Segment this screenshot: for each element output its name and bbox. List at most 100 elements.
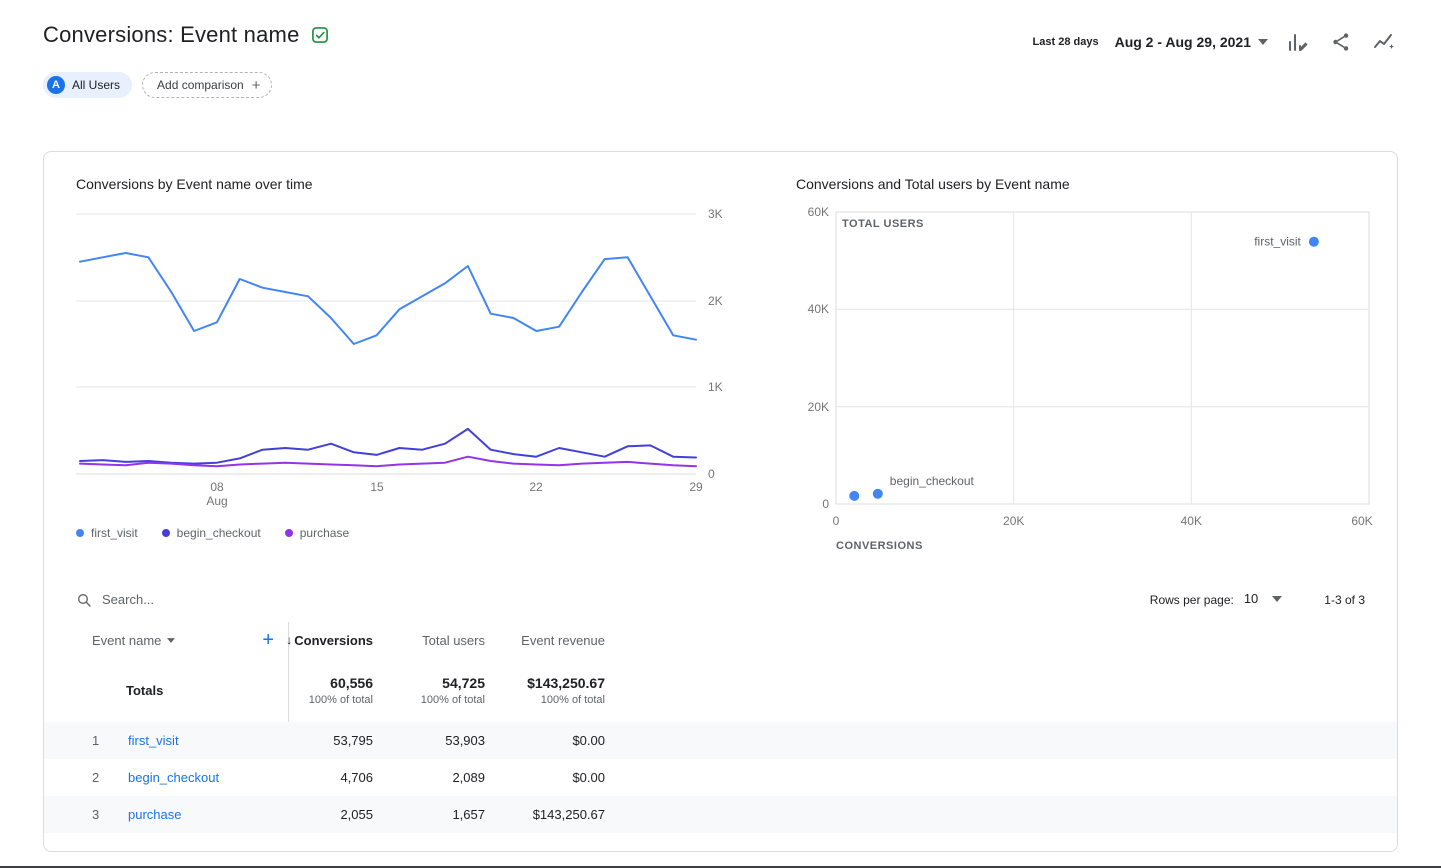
comparison-chips-row: A All Users Add comparison + bbox=[0, 56, 1441, 98]
legend-label: purchase bbox=[300, 526, 349, 540]
cell-event-revenue: $0.00 bbox=[485, 759, 605, 796]
cell-conversions: 2,055 bbox=[288, 796, 373, 833]
cell-total-users: 1,657 bbox=[373, 796, 485, 833]
x-tick: 60K bbox=[1351, 514, 1372, 528]
scatter-chart: 60K 40K 20K 0 0 20K 40K 60K TOTAL USERS … bbox=[796, 204, 1388, 556]
plot-border bbox=[836, 212, 1369, 504]
report-header: Conversions: Event name Last 28 days Aug… bbox=[0, 0, 1441, 56]
totals-total-users: 54,725 100% of total bbox=[373, 658, 485, 722]
scatter-point-begin_checkout bbox=[873, 489, 883, 499]
totals-conversions: 60,556 100% of total bbox=[288, 658, 373, 722]
column-header-conversions[interactable]: ↓ Conversions bbox=[288, 622, 373, 658]
dimension-selector[interactable]: Event name bbox=[92, 633, 175, 648]
scatter-chart-block: Conversions and Total users by Event nam… bbox=[796, 176, 1388, 561]
line-series-purchase bbox=[80, 457, 696, 467]
legend-dot-icon bbox=[76, 529, 84, 537]
insights-icon bbox=[1372, 30, 1396, 54]
add-column-button[interactable]: + bbox=[262, 630, 288, 650]
scatter-chart-title: Conversions and Total users by Event nam… bbox=[796, 176, 1388, 192]
conversion-check-badge-icon bbox=[310, 25, 330, 45]
comparison-label: All Users bbox=[72, 78, 120, 92]
table-row: 1 first_visit 53,795 53,903 $0.00 bbox=[44, 722, 1397, 759]
row-index: 1 bbox=[92, 733, 128, 748]
table-row: 2 begin_checkout 4,706 2,089 $0.00 bbox=[44, 759, 1397, 796]
comparison-badge: A bbox=[47, 76, 65, 94]
y-tick: 3K bbox=[708, 207, 723, 221]
rows-per-page-label: Rows per page: bbox=[1150, 593, 1234, 607]
comparison-chip-all-users[interactable]: A All Users bbox=[43, 72, 132, 98]
line-chart: 3K 2K 1K 0 08 Aug 15 22 29 bbox=[76, 204, 736, 509]
legend-label: first_visit bbox=[91, 526, 138, 540]
chevron-down-icon bbox=[1272, 596, 1282, 602]
share-icon-button[interactable] bbox=[1328, 29, 1354, 55]
cell-conversions: 53,795 bbox=[288, 722, 373, 759]
dimension-header-cell: Event name + bbox=[92, 622, 288, 658]
x-tick: 20K bbox=[1003, 514, 1024, 528]
x-tick: 08 bbox=[210, 480, 224, 494]
column-header-total-users[interactable]: Total users bbox=[373, 622, 485, 658]
rows-per-page: Rows per page: 10 bbox=[1150, 591, 1283, 608]
row-index: 3 bbox=[92, 807, 128, 822]
date-range-text: Aug 2 - Aug 29, 2021 bbox=[1115, 34, 1251, 50]
rows-per-page-value: 10 bbox=[1244, 591, 1258, 606]
cell-total-users: 2,089 bbox=[373, 759, 485, 796]
legend-item-first-visit[interactable]: first_visit bbox=[76, 526, 138, 540]
line-series-first_visit bbox=[80, 253, 696, 344]
x-tick: 0 bbox=[833, 514, 840, 528]
column-header-event-revenue[interactable]: Event revenue bbox=[485, 622, 605, 658]
x-tick-month: Aug bbox=[206, 494, 227, 508]
dimension-header-label: Event name bbox=[92, 633, 161, 648]
legend-item-begin-checkout[interactable]: begin_checkout bbox=[162, 526, 261, 540]
table-totals-row: Totals 60,556 100% of total 54,725 100% … bbox=[44, 658, 1397, 722]
sort-desc-icon: ↓ bbox=[286, 633, 292, 647]
insights-icon-button[interactable] bbox=[1370, 28, 1398, 56]
table-row: 3 purchase 2,055 1,657 $143,250.67 bbox=[44, 796, 1397, 833]
scatter-point-label: first_visit bbox=[1254, 235, 1301, 249]
add-comparison-button[interactable]: Add comparison + bbox=[142, 72, 271, 98]
y-tick: 40K bbox=[808, 302, 829, 316]
cell-event-revenue: $143,250.67 bbox=[485, 796, 605, 833]
title-wrap: Conversions: Event name bbox=[43, 22, 330, 48]
legend-dot-icon bbox=[285, 529, 293, 537]
scatter-point-purchase bbox=[849, 491, 859, 501]
search-input[interactable] bbox=[102, 592, 322, 607]
toolbar-right: Rows per page: 10 1-3 of 3 bbox=[1150, 591, 1365, 608]
pagination-status: 1-3 of 3 bbox=[1324, 593, 1365, 607]
totals-event-revenue: $143,250.67 100% of total bbox=[485, 658, 605, 722]
customize-report-icon-button[interactable] bbox=[1284, 28, 1312, 56]
line-chart-legend: first_visit begin_checkout purchase bbox=[76, 526, 736, 540]
add-comparison-label: Add comparison bbox=[157, 78, 244, 92]
header-controls: Last 28 days Aug 2 - Aug 29, 2021 bbox=[1033, 22, 1398, 56]
line-series-begin_checkout bbox=[80, 429, 696, 464]
cell-total-users: 53,903 bbox=[373, 722, 485, 759]
scatter-xlabel: CONVERSIONS bbox=[836, 540, 923, 552]
x-tick: 40K bbox=[1181, 514, 1202, 528]
x-tick: 15 bbox=[370, 480, 384, 494]
search-icon bbox=[76, 592, 92, 608]
event-name-link[interactable]: first_visit bbox=[128, 733, 288, 748]
chevron-down-icon bbox=[167, 638, 175, 643]
metrics-table: Event name + ↓ Conversions Total users E… bbox=[44, 622, 1397, 833]
table-search bbox=[76, 592, 322, 608]
cell-event-revenue: $0.00 bbox=[485, 722, 605, 759]
legend-item-purchase[interactable]: purchase bbox=[285, 526, 349, 540]
scatter-point-label: begin_checkout bbox=[890, 474, 975, 488]
legend-label: begin_checkout bbox=[177, 526, 261, 540]
line-chart-block: Conversions by Event name over time 3K 2… bbox=[76, 176, 736, 561]
legend-dot-icon bbox=[162, 529, 170, 537]
y-tick: 60K bbox=[808, 205, 829, 219]
event-name-link[interactable]: purchase bbox=[128, 807, 288, 822]
cell-conversions: 4,706 bbox=[288, 759, 373, 796]
event-name-link[interactable]: begin_checkout bbox=[128, 770, 288, 785]
table-toolbar: Rows per page: 10 1-3 of 3 bbox=[44, 561, 1397, 608]
rows-per-page-select[interactable]: 10 bbox=[1244, 591, 1282, 608]
y-tick: 20K bbox=[808, 400, 829, 414]
plus-icon: + bbox=[252, 77, 261, 94]
line-chart-title: Conversions by Event name over time bbox=[76, 176, 736, 192]
totals-label: Totals bbox=[126, 683, 163, 698]
date-range-selector[interactable]: Aug 2 - Aug 29, 2021 bbox=[1115, 34, 1268, 50]
y-tick: 0 bbox=[708, 467, 715, 481]
charts-row: Conversions by Event name over time 3K 2… bbox=[44, 152, 1397, 561]
date-range-preset-label: Last 28 days bbox=[1033, 36, 1099, 48]
ga4-conversions-report: Conversions: Event name Last 28 days Aug… bbox=[0, 0, 1441, 868]
